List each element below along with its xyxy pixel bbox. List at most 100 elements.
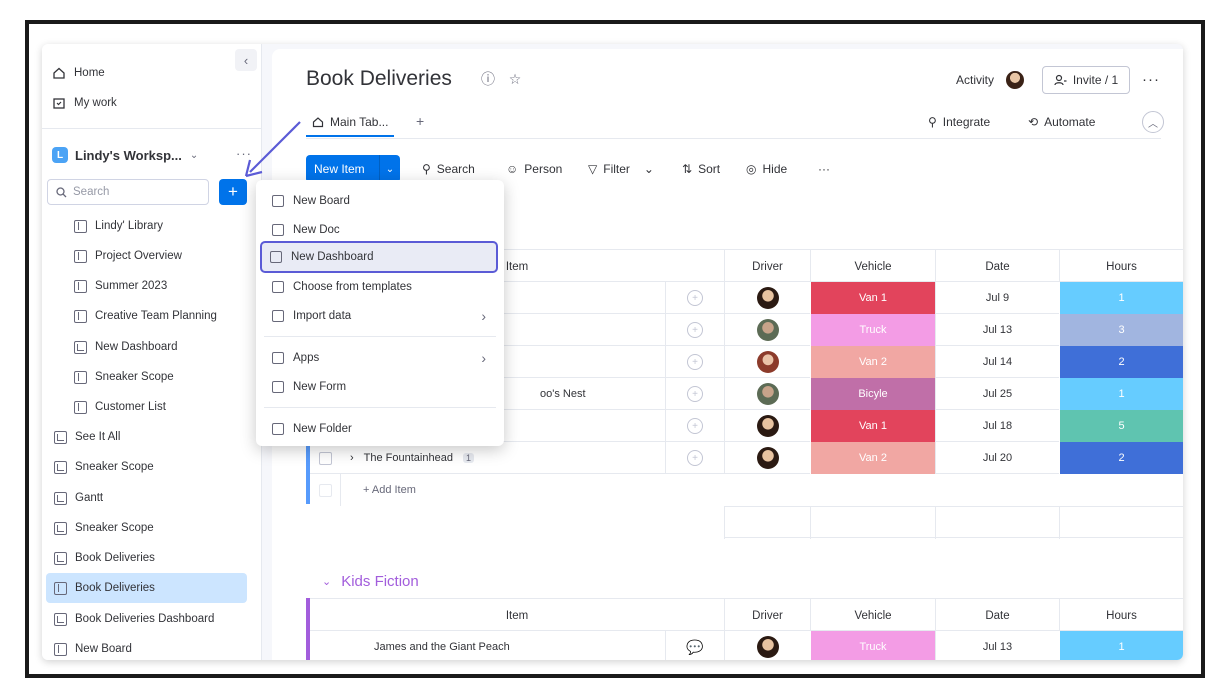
driver-cell[interactable]	[724, 346, 810, 378]
hours-cell[interactable]: 5	[1059, 410, 1183, 442]
chevron-down-icon[interactable]: ⌄	[322, 575, 331, 588]
date-cell[interactable]: Jul 13	[935, 314, 1059, 346]
menu-item-new-doc[interactable]: New Doc	[264, 217, 496, 243]
sidebar-item-book-deliveries-dashboard[interactable]: Book Deliveries Dashboard	[54, 608, 214, 630]
person-button[interactable]: ☺ Person	[506, 162, 562, 176]
menu-item-new-form[interactable]: New Form	[264, 374, 496, 400]
more-icon[interactable]: ···	[818, 162, 830, 176]
hours-cell[interactable]: 3	[1059, 314, 1183, 346]
chevron-right-icon[interactable]: ›	[350, 452, 354, 464]
nav-home[interactable]: Home	[52, 62, 105, 84]
vehicle-cell[interactable]: Bicyle	[810, 378, 935, 410]
menu-item-new-board[interactable]: New Board	[264, 188, 496, 214]
date-cell[interactable]: Jul 20	[935, 442, 1059, 474]
menu-item-new-folder[interactable]: New Folder	[264, 416, 496, 442]
column-driver[interactable]: Driver	[724, 599, 810, 632]
hours-cell[interactable]: 1	[1059, 378, 1183, 410]
vehicle-cell[interactable]: Van 2	[810, 442, 935, 474]
driver-cell[interactable]	[724, 442, 810, 474]
driver-cell[interactable]	[724, 314, 810, 346]
sidebar-item-project-overview[interactable]: Project Overview	[74, 245, 182, 267]
update-cell[interactable]: +	[665, 410, 724, 442]
vehicle-cell[interactable]: Van 1	[810, 282, 935, 314]
vehicle-cell[interactable]: Van 2	[810, 346, 935, 378]
update-cell[interactable]: +	[665, 282, 724, 314]
sort-button[interactable]: ⇅ Sort	[682, 162, 720, 176]
menu-item-import-data[interactable]: Import data ›	[264, 303, 496, 329]
hours-cell[interactable]: 1	[1059, 631, 1183, 660]
row-checkbox[interactable]	[310, 442, 340, 474]
column-hours[interactable]: Hours	[1059, 250, 1183, 283]
activity-button[interactable]: Activity	[956, 73, 994, 87]
update-cell[interactable]: +	[665, 378, 724, 410]
update-cell[interactable]: +	[665, 346, 724, 378]
date-cell[interactable]: Jul 13	[935, 631, 1059, 660]
workspace-selector[interactable]: L Lindy's Worksp... ⌄ ···	[52, 144, 252, 166]
group-header-kids-fiction[interactable]: ⌄ Kids Fiction	[322, 573, 419, 590]
hours-cell[interactable]: 2	[1059, 442, 1183, 474]
nav-my-work[interactable]: My work	[52, 92, 117, 114]
item-cell[interactable]: › The Fountainhead 1	[340, 442, 665, 474]
driver-cell[interactable]	[724, 410, 810, 442]
update-cell[interactable]: +	[665, 314, 724, 346]
menu-item-new-dashboard[interactable]: New Dashboard	[260, 241, 498, 273]
chevron-left-icon[interactable]: ‹	[235, 49, 257, 71]
add-button[interactable]: +	[219, 179, 247, 205]
driver-cell[interactable]	[724, 631, 810, 660]
update-cell[interactable]: +	[665, 442, 724, 474]
column-vehicle[interactable]: Vehicle	[810, 599, 935, 632]
sidebar-item-customer-list[interactable]: Customer List	[74, 396, 166, 418]
column-item[interactable]: Item	[310, 599, 724, 632]
driver-cell[interactable]	[724, 282, 810, 314]
sidebar-item-see-it-all[interactable]: See It All	[54, 426, 120, 448]
add-item-button[interactable]: + Add Item	[340, 474, 724, 506]
tab-main-table[interactable]: Main Tab...	[306, 109, 395, 137]
date-cell[interactable]: Jul 25	[935, 378, 1059, 410]
star-icon[interactable]: ☆	[507, 71, 523, 87]
more-icon[interactable]: ···	[1142, 71, 1160, 88]
add-view-button[interactable]: +	[416, 113, 424, 129]
update-cell[interactable]: 💬	[665, 631, 724, 660]
table-row[interactable]: › The Fountainhead 1 + Van 2 Jul 20 2	[310, 442, 1183, 474]
sidebar-item-sneaker-scope-2[interactable]: Sneaker Scope	[54, 456, 154, 478]
sidebar-item-sneaker-scope-3[interactable]: Sneaker Scope	[54, 517, 154, 539]
sidebar-item-creative-team-planning[interactable]: Creative Team Planning	[74, 305, 217, 327]
sidebar-item-sneaker-scope[interactable]: Sneaker Scope	[74, 366, 174, 388]
date-cell[interactable]: Jul 18	[935, 410, 1059, 442]
hide-button[interactable]: ◎ Hide	[746, 162, 787, 176]
sidebar-item-new-dashboard[interactable]: New Dashboard	[74, 336, 177, 358]
column-date[interactable]: Date	[935, 250, 1059, 283]
add-item-row[interactable]: + Add Item	[310, 474, 724, 506]
hours-cell[interactable]: 2	[1059, 346, 1183, 378]
integrate-button[interactable]: ⚲ Integrate	[928, 115, 990, 129]
hours-cell[interactable]: 1	[1059, 282, 1183, 314]
sidebar-item-book-deliveries[interactable]: Book Deliveries	[46, 573, 247, 603]
avatar[interactable]	[1005, 70, 1025, 90]
column-hours[interactable]: Hours	[1059, 599, 1183, 632]
vehicle-cell[interactable]: Van 1	[810, 410, 935, 442]
invite-button[interactable]: Invite / 1	[1042, 66, 1130, 94]
info-icon[interactable]: ⓘ	[480, 71, 496, 87]
driver-cell[interactable]	[724, 378, 810, 410]
item-cell[interactable]: James and the Giant Peach	[310, 631, 665, 660]
automate-button[interactable]: ⟲ Automate	[1028, 115, 1095, 129]
new-item-button[interactable]: New Item ⌄	[306, 155, 400, 183]
column-date[interactable]: Date	[935, 599, 1059, 632]
date-cell[interactable]: Jul 9	[935, 282, 1059, 314]
vehicle-cell[interactable]: Truck	[810, 314, 935, 346]
sidebar-item-summer-2023[interactable]: Summer 2023	[74, 275, 167, 297]
menu-item-apps[interactable]: Apps ›	[264, 345, 496, 371]
sidebar-search-input[interactable]: Search	[47, 179, 209, 205]
column-vehicle[interactable]: Vehicle	[810, 250, 935, 283]
vehicle-cell[interactable]: Truck	[810, 631, 935, 660]
table-row[interactable]: James and the Giant Peach 💬 Truck Jul 13…	[310, 631, 1183, 660]
column-driver[interactable]: Driver	[724, 250, 810, 283]
sidebar-item-lindy-library[interactable]: Lindy' Library	[74, 215, 163, 237]
sidebar-item-gantt[interactable]: Gantt	[54, 487, 103, 509]
sidebar-item-new-board[interactable]: New Board	[54, 638, 132, 660]
chevron-down-icon[interactable]: ⌄	[380, 164, 400, 175]
filter-button[interactable]: ▽ Filter ⌄	[588, 162, 654, 176]
search-button[interactable]: ⚲ Search	[422, 162, 475, 176]
chevron-up-icon[interactable]: ︿	[1142, 111, 1164, 133]
menu-item-choose-from-templates[interactable]: Choose from templates	[264, 274, 496, 300]
